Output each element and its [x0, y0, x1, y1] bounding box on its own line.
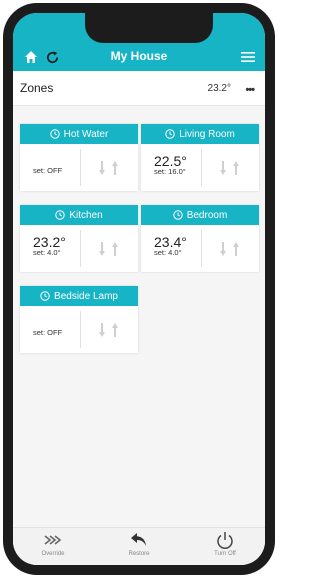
app-screen: My House Zones 23.2° ••• Hot Water set: O…: [13, 13, 265, 565]
adjust-arrows-icon[interactable]: [217, 240, 243, 258]
more-dots-icon[interactable]: •••: [245, 84, 255, 96]
zones-bar: Zones 23.2° •••: [13, 71, 265, 106]
zone-card-body: 23.2° set: 4.0°: [20, 225, 138, 272]
divider: [201, 149, 202, 186]
zone-name: Bedside Lamp: [54, 290, 118, 302]
zone-name: Hot Water: [63, 128, 109, 140]
override-button[interactable]: Override: [23, 530, 83, 557]
restore-label: Restore: [128, 551, 150, 557]
clock-icon: [165, 129, 175, 139]
page-title: My House: [110, 49, 168, 63]
zone-card-header[interactable]: Living Room: [141, 124, 259, 144]
zone-setpoint: set: 4.0°: [33, 248, 61, 257]
zone-setpoint: set: 4.0°: [154, 248, 182, 257]
phone-frame: My House Zones 23.2° ••• Hot Water set: O…: [3, 3, 275, 575]
divider: [80, 311, 81, 348]
zone-card-header[interactable]: Kitchen: [20, 205, 138, 225]
turn-off-button[interactable]: Turn Off: [195, 530, 255, 557]
zone-card[interactable]: Hot Water set: OFF: [20, 124, 138, 191]
zone-setpoint: set: OFF: [33, 166, 63, 175]
zone-setpoint: set: 16.0°: [154, 167, 186, 176]
power-icon: [217, 532, 233, 549]
override-label: Override: [41, 551, 65, 557]
clock-icon: [49, 129, 60, 139]
zone-card[interactable]: Living Room 22.5° set: 16.0°: [141, 124, 259, 191]
adjust-arrows-icon[interactable]: [96, 159, 122, 177]
hamburger-menu-icon[interactable]: [241, 51, 255, 63]
zone-card-header[interactable]: Hot Water: [20, 124, 138, 144]
zone-card-body: 22.5° set: 16.0°: [141, 144, 259, 191]
clock-icon: [173, 210, 183, 220]
clock-icon: [40, 291, 50, 301]
divider: [80, 149, 81, 186]
zone-card-body: 23.4° set: 4.0°: [141, 225, 259, 272]
house-temperature: 23.2°: [207, 83, 231, 94]
zone-name: Kitchen: [69, 209, 103, 221]
adjust-arrows-icon[interactable]: [96, 321, 122, 339]
divider: [201, 230, 202, 267]
clock-icon: [55, 210, 66, 220]
zone-card[interactable]: Bedroom 23.4° set: 4.0°: [141, 205, 259, 272]
zone-card-body: set: OFF: [20, 144, 138, 191]
turn-off-label: Turn Off: [214, 551, 236, 557]
fast-forward-icon: [44, 535, 62, 545]
undo-arrow-icon: [131, 533, 146, 546]
adjust-arrows-icon[interactable]: [217, 159, 243, 177]
zone-setpoint: set: OFF: [33, 328, 63, 337]
zone-name: Living Room: [179, 128, 235, 140]
zone-card[interactable]: Kitchen 23.2° set: 4.0°: [20, 205, 138, 272]
zone-card[interactable]: Bedside Lamp set: OFF: [20, 286, 138, 353]
zone-name: Bedroom: [186, 209, 228, 221]
bottom-action-bar: Override Restore Turn Off: [13, 527, 265, 565]
zones-label: Zones: [20, 81, 54, 95]
divider: [80, 230, 81, 267]
restore-button[interactable]: Restore: [109, 530, 169, 557]
zone-card-header[interactable]: Bedroom: [141, 205, 259, 225]
device-notch: [85, 13, 213, 43]
zone-card-header[interactable]: Bedside Lamp: [20, 286, 138, 306]
zone-card-body: set: OFF: [20, 306, 138, 353]
adjust-arrows-icon[interactable]: [96, 240, 122, 258]
